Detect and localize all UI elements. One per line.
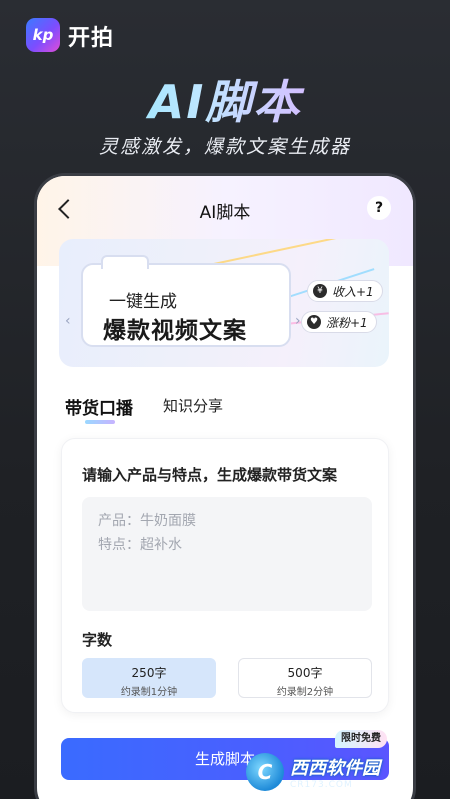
site-watermark: C 西西软件园 CR173.COM: [246, 752, 442, 792]
option-main: 250字: [131, 666, 167, 680]
watermark-main: 西西软件园: [290, 758, 380, 779]
hero-title: AI脚本: [0, 66, 450, 132]
option-sub: 约录制1分钟: [120, 687, 178, 698]
option-250-words[interactable]: 250字 约录制1分钟: [82, 658, 216, 698]
banner-card: 一键生成 爆款视频文案: [81, 255, 291, 347]
decor-stripe: [210, 239, 368, 266]
money-bag-icon: ¥: [313, 284, 327, 298]
heart-icon: ♥: [307, 315, 321, 329]
banner-line2: 爆款视频文案: [103, 318, 247, 344]
product-input[interactable]: 产品：牛奶面膜 特点：超补水: [82, 497, 372, 611]
option-sub: 约录制2分钟: [276, 687, 334, 698]
income-chip: ¥ 收入+1: [307, 280, 383, 302]
watermark-text: 西西软件园 CR173.COM: [290, 754, 380, 790]
app-logo: kp: [26, 18, 60, 52]
script-form: 请输入产品与特点，生成爆款带货文案 产品：牛奶面膜 特点：超补水 字数 250字…: [61, 438, 389, 713]
chevron-left-icon: ‹: [65, 313, 71, 329]
form-title: 请输入产品与特点，生成爆款带货文案: [82, 466, 338, 484]
word-count-label: 字数: [82, 631, 113, 649]
placeholder-line: 产品：牛奶面膜: [98, 513, 196, 529]
chip-label: 收入+1: [332, 284, 374, 299]
option-main: 500字: [287, 666, 323, 680]
help-icon[interactable]: ?: [367, 196, 391, 220]
phone-preview: AI脚本 ? 一键生成 爆款视频文案 ‹ › ¥ 收入+1 ♥ 涨粉+1 带货口…: [37, 176, 413, 799]
chip-label: 涨粉+1: [326, 315, 368, 330]
banner-line1: 一键生成: [109, 292, 177, 312]
watermark-sub: CR173.COM: [290, 780, 353, 790]
tab-live-selling[interactable]: 带货口播: [65, 394, 133, 419]
free-badge: 限时免费: [335, 730, 387, 748]
watermark-logo-icon: C: [246, 753, 284, 791]
tab-knowledge-sharing[interactable]: 知识分享: [163, 395, 223, 416]
page-title: AI脚本: [199, 203, 251, 223]
chevron-right-icon: ›: [295, 313, 301, 329]
option-500-words[interactable]: 500字 约录制2分钟: [238, 658, 372, 698]
promo-banner[interactable]: 一键生成 爆款视频文案 ‹ › ¥ 收入+1 ♥ 涨粉+1: [59, 239, 389, 367]
nav-bar: AI脚本 ?: [37, 194, 413, 224]
app-name: 开拍: [68, 26, 115, 51]
placeholder-line: 特点：超补水: [98, 537, 182, 553]
tab-active-indicator: [85, 420, 115, 424]
hero-subtitle: 灵感激发，爆款文案生成器: [98, 136, 351, 158]
fans-chip: ♥ 涨粉+1: [301, 311, 377, 333]
